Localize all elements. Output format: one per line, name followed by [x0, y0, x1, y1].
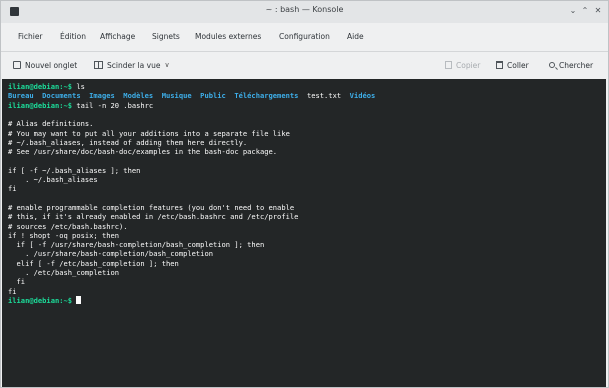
split-view-icon	[94, 61, 103, 69]
ls-directory-videos: Vidéos	[349, 91, 376, 101]
terminal-output-line: # See /usr/share/doc/bash-doc/examples i…	[8, 147, 278, 157]
split-view-button[interactable]: Scinder la vue ∨	[94, 58, 170, 72]
terminal-output-line: # Alias definitions.	[8, 119, 94, 129]
search-label: Chercher	[559, 60, 594, 70]
copy-icon	[445, 61, 452, 69]
ls-directories: Bureau Documents Images Modèles Musique …	[8, 91, 299, 101]
terminal-area[interactable]: ilian@debian:~$ ls Bureau Documents Imag…	[2, 79, 606, 387]
terminal-output-line: if ! shopt -oq posix; then	[8, 230, 120, 240]
close-icon[interactable]: ✕	[592, 5, 604, 17]
window-title: ~ : bash — Konsole	[265, 5, 344, 14]
menu-fichier[interactable]: Fichier	[18, 32, 43, 41]
terminal-line: ilian@debian:~$ tail -n 20 .bashrc	[8, 101, 153, 110]
copy-label: Copier	[456, 60, 481, 70]
copy-button[interactable]: Copier	[445, 58, 480, 72]
menu-modules-externes[interactable]: Modules externes	[195, 32, 261, 41]
menu-edition[interactable]: Édition	[60, 32, 86, 41]
terminal-output-line: # this, if it's already enabled in /etc/…	[8, 212, 299, 222]
split-view-label: Scinder la vue	[107, 60, 161, 70]
konsole-window: ~ : bash — Konsole ⌄ ⌃ ✕ Fichier Édition…	[0, 0, 609, 388]
chevron-down-icon: ∨	[164, 61, 170, 69]
search-icon	[549, 62, 555, 68]
terminal-output-line: . /etc/bash_completion	[8, 268, 120, 277]
terminal-output-line: # enable programmable completion feature…	[8, 202, 295, 212]
menu-signets[interactable]: Signets	[152, 32, 180, 41]
new-tab-label: Nouvel onglet	[25, 60, 78, 70]
terminal-output-line: if [ -f /usr/share/bash-completion/bash_…	[8, 240, 265, 250]
ls-files: test.txt	[298, 91, 350, 101]
paste-icon	[496, 61, 503, 69]
terminal-output-line: fi	[8, 184, 17, 194]
terminal-output-line: fi	[8, 286, 17, 296]
paste-button[interactable]: Coller	[496, 58, 529, 72]
paste-label: Coller	[507, 60, 529, 70]
terminal-prompt: ilian@debian:~$	[8, 82, 73, 91]
terminal-output-line: # You may want to put all your additions…	[8, 128, 290, 138]
search-button[interactable]: Chercher	[549, 58, 593, 72]
minimize-icon[interactable]: ⌄	[567, 5, 579, 17]
menu-configuration[interactable]: Configuration	[279, 32, 330, 41]
terminal-output-line: . ~/.bash_aliases	[8, 175, 98, 184]
terminal-output-line: fi	[8, 277, 26, 287]
terminal-command: tail -n 20 .bashrc	[72, 100, 154, 110]
new-tab-button[interactable]: Nouvel onglet	[13, 58, 77, 72]
terminal-line: ilian@debian:~$ ls	[8, 82, 85, 91]
terminal-output-line: elif [ -f /etc/bash_completion ]; then	[8, 258, 179, 268]
new-tab-icon	[13, 61, 21, 69]
toolbar: Nouvel onglet Scinder la vue ∨ Copier Co…	[1, 51, 608, 78]
menu-bar: Fichier Édition Affichage Signets Module…	[1, 25, 608, 49]
terminal-line: ilian@debian:~$	[8, 295, 81, 305]
terminal-output-line: # sources /etc/bash.bashrc).	[8, 221, 128, 231]
title-bar[interactable]: ~ : bash — Konsole ⌄ ⌃ ✕	[1, 1, 608, 23]
terminal-command: ls	[72, 82, 85, 91]
text-cursor	[76, 295, 81, 304]
terminal-output-line: . /usr/share/bash-completion/bash_comple…	[8, 249, 213, 259]
terminal-output-line: # ~/.bash_aliases, instead of adding the…	[8, 137, 248, 147]
terminal-prompt: ilian@debian:~$	[8, 295, 73, 305]
menu-affichage[interactable]: Affichage	[100, 32, 135, 41]
terminal-prompt: ilian@debian:~$	[8, 100, 73, 110]
terminal-output-line: if [ -f ~/.bash_aliases ]; then	[8, 165, 141, 175]
maximize-icon[interactable]: ⌃	[579, 5, 591, 17]
terminal-line: Bureau Documents Images Modèles Musique …	[8, 91, 375, 100]
menu-aide[interactable]: Aide	[347, 32, 364, 41]
